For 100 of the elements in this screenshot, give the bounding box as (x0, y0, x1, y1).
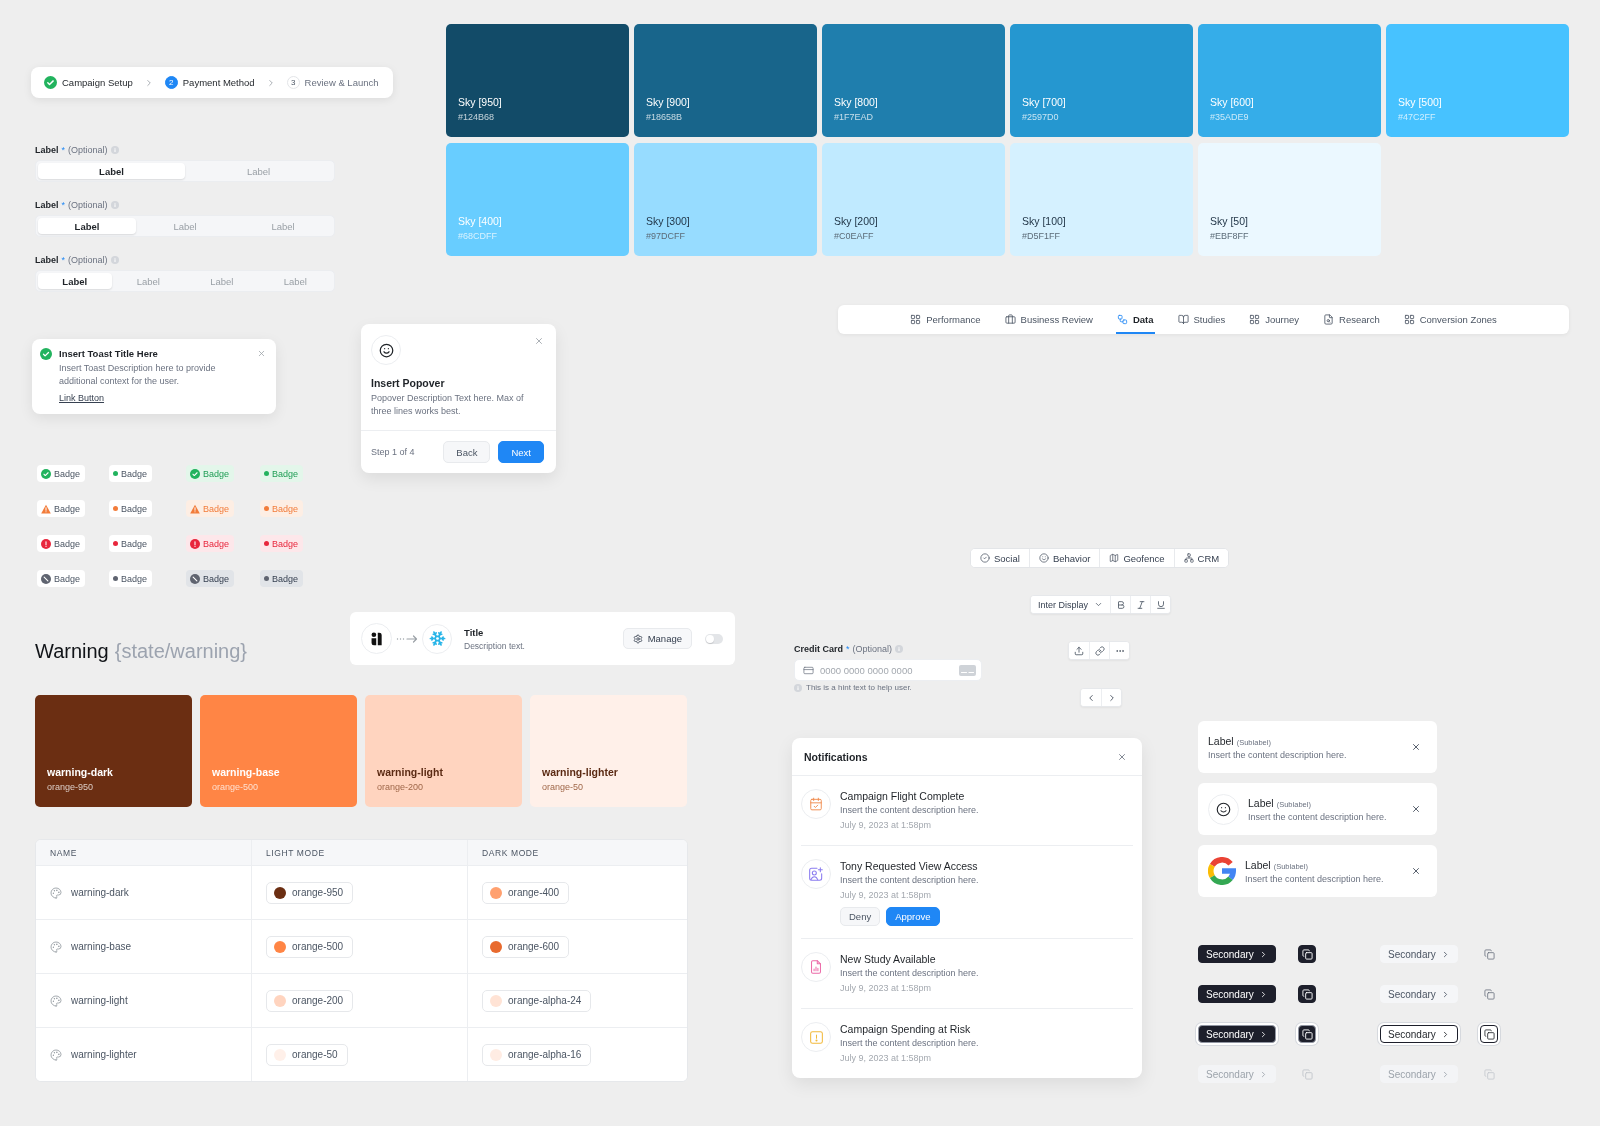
card-title: Title (464, 626, 484, 638)
alert-circle-icon (190, 538, 200, 549)
link-button[interactable]: Link Button (59, 393, 105, 403)
copy-icon (1301, 988, 1313, 1000)
swatch-hex: #EBF8FF (1210, 231, 1250, 242)
segment-option[interactable]: Label (38, 163, 185, 179)
swatch-name: Sky [800] (834, 96, 879, 108)
secondary-button[interactable]: Secondary (1380, 1025, 1458, 1043)
toggle-switch[interactable] (705, 633, 723, 644)
chevron-down-icon (1094, 600, 1104, 609)
nav-tab[interactable]: Conversion Zones (1402, 305, 1498, 334)
underline-button[interactable] (1150, 596, 1171, 613)
nav-tab[interactable]: Journey (1248, 305, 1300, 334)
notification-time: July 9, 2023 at 1:58pm (840, 982, 932, 995)
nodes-icon (1183, 553, 1194, 563)
badge-label: Badge (121, 538, 148, 549)
upload-icon (1074, 645, 1084, 656)
token-name: warning-lighter (71, 1049, 137, 1060)
secondary-button[interactable]: Secondary (1198, 1025, 1276, 1043)
swatch-name: Sky [400] (458, 215, 503, 227)
close-icon[interactable] (1411, 742, 1421, 752)
more-button[interactable] (1109, 642, 1129, 659)
document-search-icon (1323, 314, 1334, 325)
step-label[interactable]: Campaign Setup (62, 77, 133, 88)
popover-description: Popover Description Text here. Max of three lines works best. (371, 392, 525, 418)
hint-text: This is a hint text to help user. (806, 683, 912, 692)
nav-tab[interactable]: Business Review (1003, 305, 1094, 334)
grid-icon (1403, 314, 1415, 325)
close-icon[interactable] (1117, 751, 1127, 762)
nav-tab[interactable]: Research (1322, 305, 1381, 334)
nav-tab[interactable]: Data (1115, 305, 1155, 334)
chip-label: orange-50 (292, 1049, 338, 1060)
info-icon (110, 256, 119, 264)
notification-time: July 9, 2023 at 1:58pm (840, 889, 932, 902)
optional-text: (Optional) (68, 200, 108, 210)
segment-option[interactable]: Label (38, 273, 112, 289)
swatch-name: Sky [50] (1210, 215, 1249, 227)
swatch-hex: #1F7EAD (834, 112, 875, 123)
step-number: 2 (164, 76, 178, 89)
dot-icon (113, 471, 118, 476)
copy-button[interactable] (1298, 985, 1316, 1003)
nav-tab[interactable]: Studies (1176, 305, 1227, 334)
warning-triangle-icon (41, 503, 51, 514)
field-label: Credit Card (794, 644, 843, 654)
grid-icon (1249, 314, 1261, 325)
secondary-button[interactable]: Secondary (1380, 945, 1458, 963)
italic-button[interactable] (1130, 596, 1151, 613)
nav-tab[interactable]: Performance (909, 305, 982, 334)
secondary-button[interactable]: Secondary (1198, 985, 1276, 1003)
secondary-button[interactable]: Deny (840, 907, 881, 926)
badge-label: Badge (272, 538, 299, 549)
card-number-field[interactable]: 0000 0000 0000 0000 (794, 659, 982, 681)
badge-label: Badge (203, 503, 230, 514)
badge-label: Badge (272, 468, 299, 479)
swatch-name: Sky [700] (1022, 96, 1067, 108)
segment-option[interactable]: CRM (1173, 549, 1229, 567)
swatch-name: Sky [600] (1210, 96, 1255, 108)
step-label[interactable]: Review & Launch (304, 77, 379, 88)
segment-option[interactable]: Label (38, 218, 136, 234)
copy-icon (1301, 948, 1313, 960)
copy-button[interactable] (1480, 1025, 1498, 1043)
copy-icon (1483, 948, 1495, 960)
dot-icon (113, 506, 118, 511)
required-mark: * (846, 644, 850, 654)
step-label[interactable]: Payment Method (182, 77, 255, 88)
book-icon (1177, 314, 1189, 325)
link-button[interactable] (1089, 642, 1109, 659)
notification-title: Tony Requested View Access (840, 859, 978, 873)
secondary-button[interactable]: Secondary (1380, 985, 1458, 1003)
copy-button[interactable] (1298, 945, 1316, 963)
primary-button[interactable]: Approve (886, 907, 940, 926)
blocked-circle-icon (190, 573, 200, 584)
close-icon[interactable] (1411, 866, 1421, 876)
chip-label: orange-alpha-24 (508, 995, 582, 1006)
swatch-hex: #D5F1FF (1022, 231, 1061, 242)
secondary-button[interactable]: Back (443, 441, 491, 463)
bold-button[interactable] (1110, 596, 1131, 613)
swatch-name: Sky [100] (1022, 215, 1067, 227)
swatch-hex: #97DCFF (646, 231, 686, 242)
info-icon (895, 645, 904, 653)
card-number-input[interactable]: 0000 0000 0000 0000 (820, 661, 953, 679)
badge-label: Badge (54, 538, 81, 549)
swatch-name: Sky [900] (646, 96, 691, 108)
dotted-arrow-icon (396, 634, 418, 643)
copy-button[interactable] (1298, 1025, 1316, 1043)
user-add-icon (801, 859, 831, 889)
dot-icon (264, 506, 269, 511)
font-select[interactable]: Inter Display (1031, 596, 1111, 613)
palette-icon (50, 994, 62, 1007)
primary-button[interactable]: Next (498, 441, 544, 463)
dot-icon (264, 541, 269, 546)
badge-label: Badge (121, 573, 148, 584)
close-icon[interactable] (1411, 804, 1421, 814)
badge-label: Badge (54, 503, 81, 514)
manage-button[interactable]: Manage (622, 628, 692, 649)
badge-label: Badge (272, 503, 299, 514)
required-mark: * (61, 145, 66, 155)
secondary-button[interactable]: Secondary (1198, 945, 1276, 963)
share-button[interactable] (1069, 642, 1089, 659)
card-description: Insert the content description here. (1248, 811, 1388, 822)
